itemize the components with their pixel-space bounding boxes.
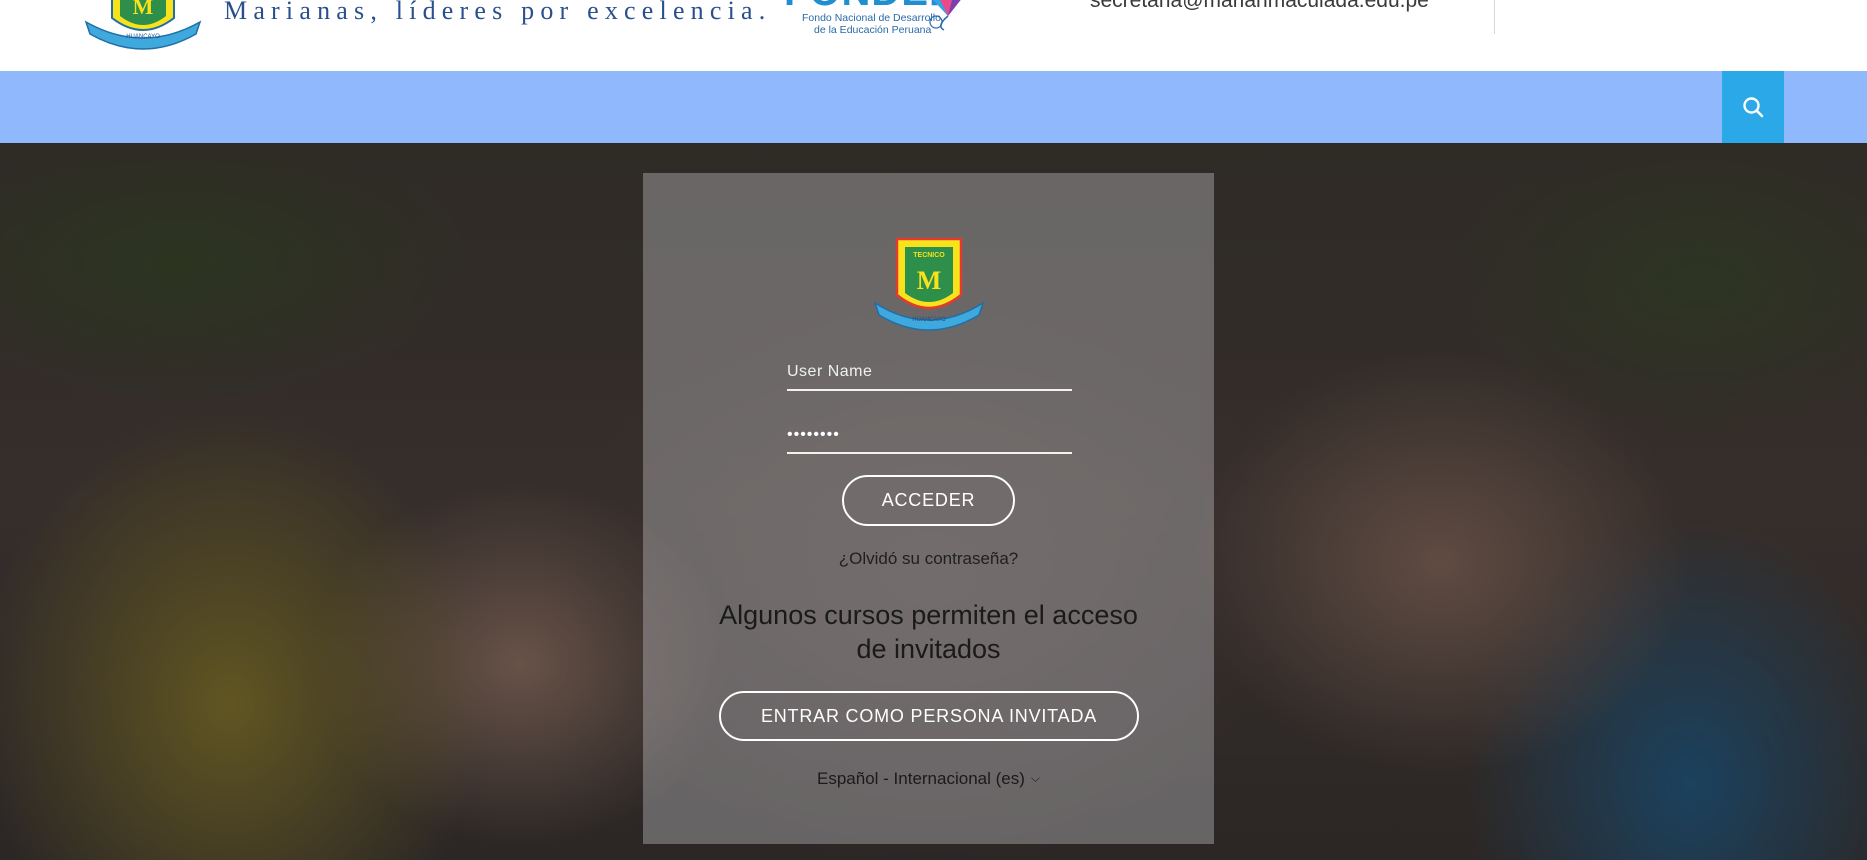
main-navbar [0, 71, 1867, 143]
language-selector-label: Español - Internacional (es) [817, 769, 1025, 788]
search-icon [1743, 97, 1764, 118]
chevron-down-icon: ⌵ [1030, 771, 1040, 785]
username-input[interactable] [787, 355, 1072, 391]
login-logo-monogram: M [917, 266, 942, 295]
fondep-logo[interactable]: FONDEP Fondo Nacional de Desarrollo de l… [784, 0, 984, 38]
search-button[interactable] [1722, 71, 1784, 143]
school-logo-city: HUANCAYO [126, 34, 160, 40]
login-button[interactable]: ACCEDER [842, 475, 1015, 526]
school-logo[interactable]: M HUANCAYO [76, 0, 210, 56]
header-divider [1494, 0, 1495, 34]
guest-access-heading: Algunos cursos permiten el acceso de inv… [719, 600, 1138, 664]
site-header: M HUANCAYO Marianas, líderes por excelen… [0, 0, 1867, 71]
school-slogan: Marianas, líderes por excelencia. [224, 0, 772, 25]
login-panel: TECNICO M HUANCAYO ACCEDER ¿Olvidó su co… [643, 173, 1214, 844]
guest-login-button[interactable]: ENTRAR COMO PERSONA INVITADA [719, 691, 1139, 741]
login-logo-city: HUANCAYO [912, 317, 946, 323]
language-selector[interactable]: Español - Internacional (es) ⌵ [643, 769, 1214, 789]
school-logo-monogram: M [133, 0, 154, 19]
forgot-password-link[interactable]: ¿Olvidó su contraseña? [643, 549, 1214, 569]
password-input[interactable] [787, 418, 1072, 454]
login-logo-top-text: TECNICO [913, 252, 945, 259]
contact-email[interactable]: secretaria@marianmaculada.edu.pe [1090, 0, 1429, 13]
login-school-logo: TECNICO M HUANCAYO [873, 237, 985, 331]
kite-icon [929, 0, 961, 31]
